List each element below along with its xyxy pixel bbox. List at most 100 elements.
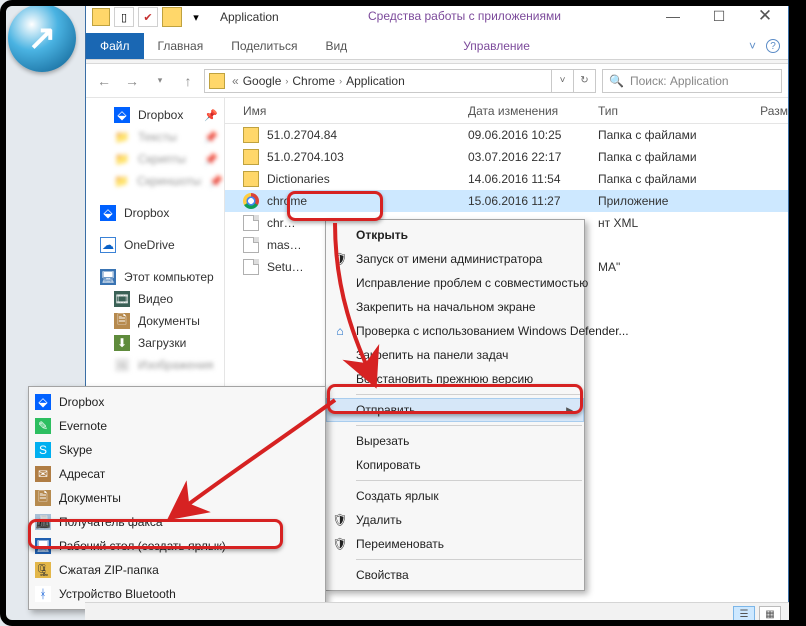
- menu-separator: [356, 425, 582, 426]
- menu-send[interactable]: Отправить▶: [326, 398, 584, 422]
- sendto-docs[interactable]: 🗎Документы: [29, 486, 325, 510]
- file-date: 14.06.2016 11:54: [468, 172, 598, 186]
- ribbon-tabs: Файл Главная Поделиться Вид Управление ˅…: [86, 33, 788, 60]
- file-type: Папка с файлами: [598, 172, 738, 186]
- search-input[interactable]: 🔍 Поиск: Application: [602, 69, 782, 93]
- sidebar-item-docs[interactable]: 🗎Документы: [86, 310, 224, 332]
- nav-forward-button[interactable]: →: [120, 69, 144, 93]
- sendto-evernote[interactable]: ✎Evernote: [29, 414, 325, 438]
- menu-defender[interactable]: ⌂Проверка с использованием Windows Defen…: [326, 319, 584, 343]
- menu-label: Проверка с использованием Windows Defend…: [356, 324, 629, 338]
- breadcrumb-item[interactable]: Google: [243, 74, 282, 88]
- fax-icon: 📠: [35, 514, 51, 530]
- qat-dropdown[interactable]: ▾: [186, 7, 206, 27]
- menu-delete[interactable]: 🛡Удалить: [326, 508, 584, 532]
- sidebar-item-videos[interactable]: 🎞Видео: [86, 288, 224, 310]
- qat-btn[interactable]: ▯: [114, 7, 134, 27]
- minimize-button[interactable]: —: [650, 1, 696, 31]
- nav-up-button[interactable]: ↑: [176, 69, 200, 93]
- tab-share[interactable]: Поделиться: [217, 33, 311, 59]
- menu-properties[interactable]: Свойства: [326, 563, 584, 587]
- breadcrumb-dropdown[interactable]: ˅: [552, 69, 574, 93]
- menu-compat[interactable]: Исправление проблем с совместимостью: [326, 271, 584, 295]
- window-title: Application: [220, 10, 279, 24]
- chrome-icon: [243, 193, 259, 209]
- sidebar-item-dropbox[interactable]: ⬙Dropbox📌: [86, 104, 224, 126]
- qat-btn[interactable]: ✔: [138, 7, 158, 27]
- file-date: 09.06.2016 10:25: [468, 128, 598, 142]
- nav-history-button[interactable]: ▾: [148, 69, 172, 93]
- menu-copy[interactable]: Копировать: [326, 453, 584, 477]
- dropbox-icon: ⬙: [35, 394, 51, 410]
- menu-label: Адресат: [59, 467, 105, 481]
- tab-view[interactable]: Вид: [311, 33, 361, 59]
- file-row[interactable]: 51.0.2704.8409.06.2016 10:25Папка с файл…: [225, 124, 788, 146]
- menu-separator: [356, 480, 582, 481]
- menu-restore[interactable]: Восстановить прежнюю версию: [326, 367, 584, 391]
- refresh-button[interactable]: ↻: [574, 69, 596, 93]
- tab-home[interactable]: Главная: [144, 33, 218, 59]
- close-button[interactable]: ✕: [742, 1, 788, 31]
- sendto-adresat[interactable]: ✉Адресат: [29, 462, 325, 486]
- sidebar-item[interactable]: 📁Скриншоты📌: [86, 170, 224, 192]
- file-row[interactable]: chrome15.06.2016 11:27Приложение: [225, 190, 788, 212]
- menu-rename[interactable]: 🛡Переименовать: [326, 532, 584, 556]
- sendto-dropbox[interactable]: ⬙Dropbox: [29, 390, 325, 414]
- sidebar-item-this-pc[interactable]: 🖥Этот компьютер: [86, 266, 224, 288]
- col-size[interactable]: Разм: [738, 104, 788, 118]
- col-name[interactable]: Имя: [243, 104, 468, 118]
- view-details-button[interactable]: ☰: [733, 606, 755, 624]
- maximize-button[interactable]: ☐: [696, 1, 742, 31]
- sidebar-label: Документы: [138, 314, 200, 328]
- sidebar-item-onedrive[interactable]: ☁OneDrive: [86, 234, 224, 256]
- sendto-skype[interactable]: SSkype: [29, 438, 325, 462]
- file-name: Dictionaries: [267, 172, 468, 186]
- folder-icon: [209, 73, 225, 89]
- menu-pin-start[interactable]: Закрепить на начальном экране: [326, 295, 584, 319]
- menu-shortcut[interactable]: Создать ярлык: [326, 484, 584, 508]
- ribbon-expand-icon[interactable]: ˅: [749, 39, 756, 53]
- file-name: 51.0.2704.84: [267, 128, 468, 142]
- background-app-icon: [8, 4, 76, 72]
- bluetooth-icon: ᚼ: [35, 586, 51, 602]
- sendto-zip[interactable]: 🗜Сжатая ZIP-папка: [29, 558, 325, 582]
- breadcrumb[interactable]: « Google› Chrome› Application: [204, 69, 552, 93]
- title-bar: ▯ ✔ ▾ Application Средства работы с прил…: [86, 1, 788, 33]
- nav-back-button[interactable]: ←: [92, 69, 116, 93]
- sidebar-item-pictures[interactable]: 🖼Изображения: [86, 354, 224, 376]
- sendto-fax[interactable]: 📠 Получатель факса: [29, 510, 325, 534]
- file-row[interactable]: 51.0.2704.10303.07.2016 22:17Папка с фай…: [225, 146, 788, 168]
- menu-pin-task[interactable]: Закрепить на панели задач: [326, 343, 584, 367]
- view-icons-button[interactable]: ▦: [759, 606, 781, 624]
- sendto-desktop[interactable]: 🖥Рабочий стол (создать ярлык): [29, 534, 325, 558]
- ribbon-help-icon[interactable]: ?: [766, 39, 780, 53]
- sidebar-item[interactable]: 📁Скрипты📌: [86, 148, 224, 170]
- menu-separator: [356, 559, 582, 560]
- menu-cut[interactable]: Вырезать: [326, 429, 584, 453]
- menu-label: Удалить: [356, 513, 402, 527]
- sidebar-item-dropbox2[interactable]: ⬙Dropbox: [86, 202, 224, 224]
- folder-icon: [243, 171, 259, 187]
- zip-icon: 🗜: [35, 562, 51, 578]
- menu-label: Копировать: [356, 458, 421, 472]
- menu-open[interactable]: Открыть: [326, 223, 584, 247]
- tab-manage[interactable]: Управление: [449, 33, 544, 59]
- menu-label: Skype: [59, 443, 92, 457]
- col-type[interactable]: Тип: [598, 104, 738, 118]
- tab-file[interactable]: Файл: [86, 33, 144, 59]
- menu-label: Исправление проблем с совместимостью: [356, 276, 588, 290]
- menu-label: Устройство Bluetooth: [59, 587, 176, 601]
- file-row[interactable]: Dictionaries14.06.2016 11:54Папка с файл…: [225, 168, 788, 190]
- col-date[interactable]: Дата изменения: [468, 104, 598, 118]
- breadcrumb-item[interactable]: Application: [346, 74, 405, 88]
- menu-label: Запуск от имени администратора: [356, 252, 542, 266]
- menu-run-admin[interactable]: 🛡Запуск от имени администратора: [326, 247, 584, 271]
- menu-label: Получатель факса: [59, 515, 163, 529]
- qat-btn[interactable]: [162, 7, 182, 27]
- sidebar-item-downloads[interactable]: ⬇Загрузки: [86, 332, 224, 354]
- sidebar-item[interactable]: 📁Тексты📌: [86, 126, 224, 148]
- menu-label: Переименовать: [356, 537, 444, 551]
- breadcrumb-prefix: «: [232, 74, 239, 88]
- menu-label: Закрепить на панели задач: [356, 348, 508, 362]
- breadcrumb-item[interactable]: Chrome: [292, 74, 335, 88]
